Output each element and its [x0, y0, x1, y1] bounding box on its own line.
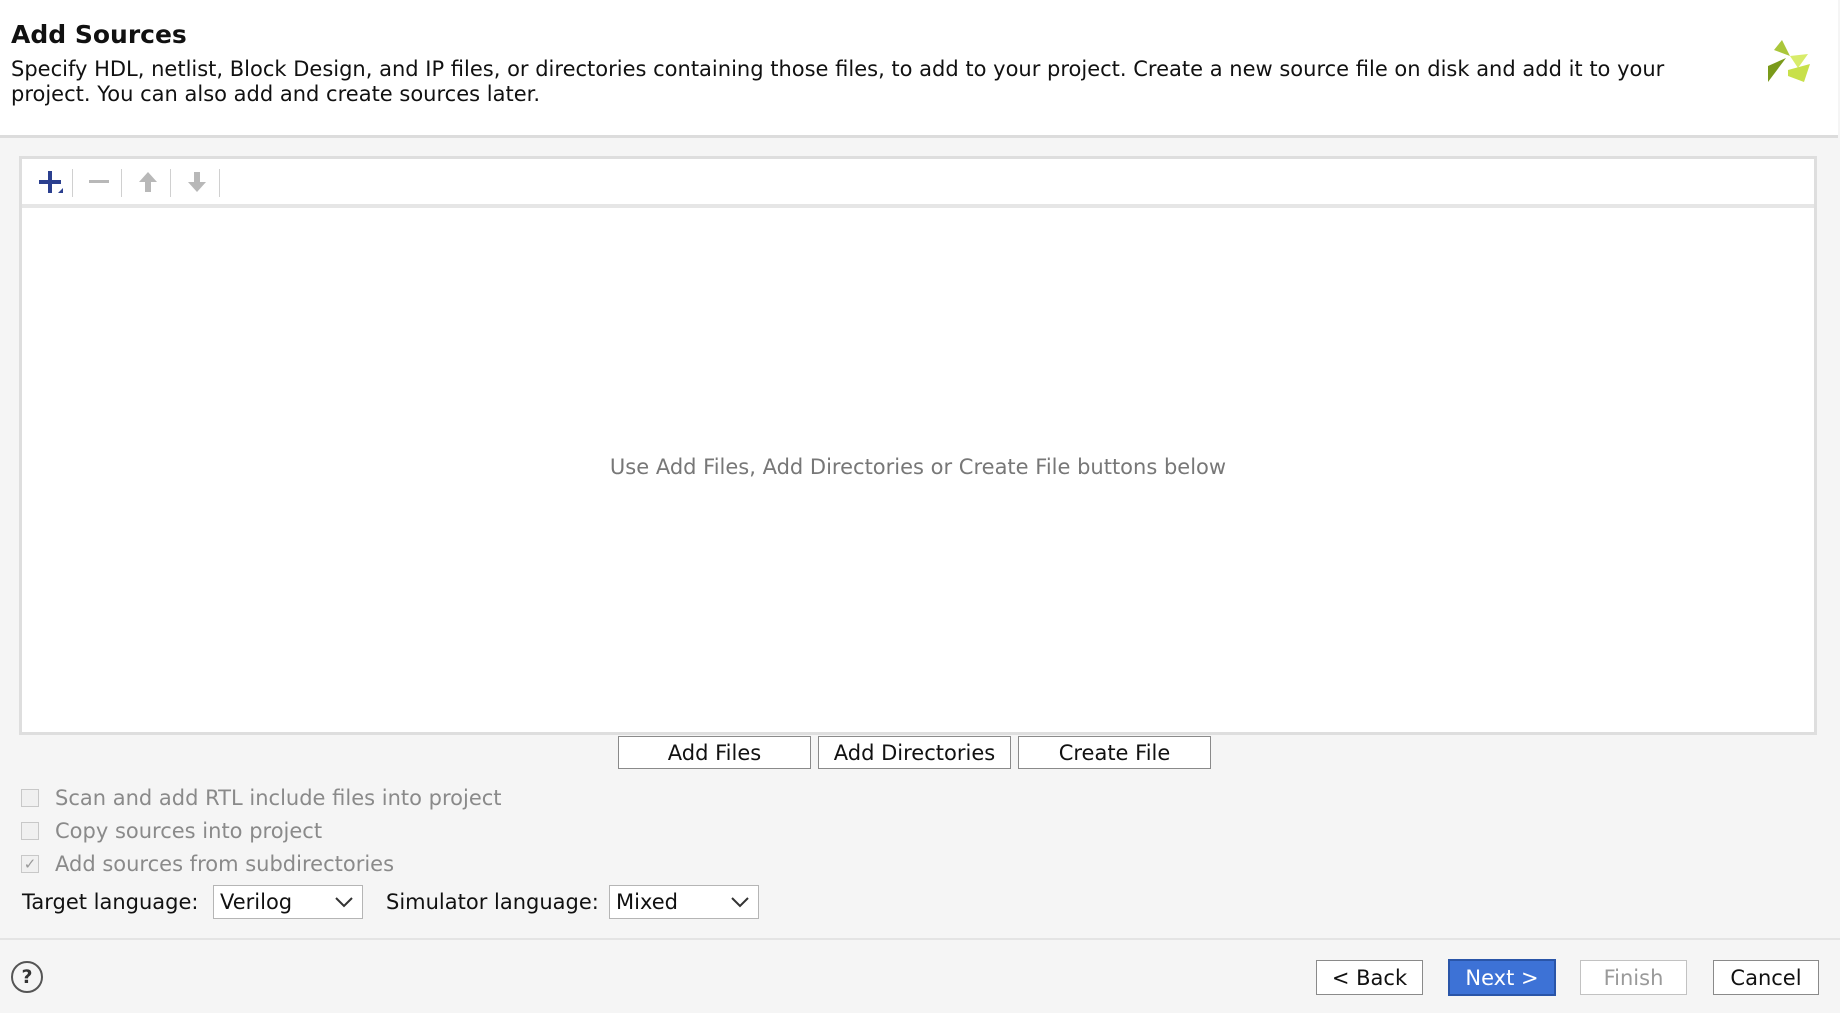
empty-table-message: Use Add Files, Add Directories or Create…: [609, 455, 1227, 479]
add-subdirs-label: Add sources from subdirectories: [55, 852, 395, 876]
help-button[interactable]: ?: [11, 961, 43, 993]
xilinx-logo: [1768, 40, 1810, 82]
page-title: Add Sources: [11, 20, 187, 49]
sources-toolbar: [22, 159, 1814, 208]
move-down-icon[interactable]: [181, 167, 213, 197]
wizard-header: Add Sources Specify HDL, netlist, Block …: [0, 0, 1838, 138]
scan-rtl-option[interactable]: Scan and add RTL include files into proj…: [21, 785, 502, 811]
sources-table-panel: Use Add Files, Add Directories or Create…: [19, 156, 1817, 735]
target-language-value: Verilog: [220, 890, 293, 914]
target-language-label: Target language:: [22, 890, 199, 914]
chevron-down-icon: [335, 897, 353, 908]
back-button[interactable]: < Back: [1316, 960, 1423, 995]
add-files-label: Add Files: [667, 740, 762, 765]
scan-rtl-label: Scan and add RTL include files into proj…: [55, 786, 502, 810]
copy-sources-option[interactable]: Copy sources into project: [21, 818, 322, 844]
finish-button[interactable]: Finish: [1580, 960, 1687, 995]
checkmark-icon: ✓: [23, 855, 37, 873]
create-file-label: Create File: [1058, 740, 1171, 765]
next-button[interactable]: Next >: [1448, 959, 1556, 996]
page-description: Specify HDL, netlist, Block Design, and …: [11, 57, 1665, 106]
simulator-language-select[interactable]: Mixed: [609, 885, 759, 919]
toolbar-divider: [121, 169, 122, 197]
add-files-button[interactable]: Add Files: [618, 736, 811, 769]
toolbar-divider: [170, 169, 171, 197]
add-subdirs-checkbox[interactable]: ✓: [21, 855, 39, 873]
add-directories-button[interactable]: Add Directories: [818, 736, 1011, 769]
copy-sources-checkbox[interactable]: [21, 822, 39, 840]
move-up-icon[interactable]: [132, 167, 164, 197]
remove-icon[interactable]: [83, 167, 115, 197]
toolbar-divider: [219, 169, 220, 197]
simulator-language-value: Mixed: [616, 890, 678, 914]
chevron-down-icon: [731, 897, 749, 908]
target-language-select[interactable]: Verilog: [213, 885, 363, 919]
create-file-button[interactable]: Create File: [1018, 736, 1211, 769]
add-directories-label: Add Directories: [833, 740, 996, 765]
scan-rtl-checkbox[interactable]: [21, 789, 39, 807]
simulator-language-label: Simulator language:: [386, 890, 599, 914]
add-subdirs-option[interactable]: ✓ Add sources from subdirectories: [21, 851, 394, 877]
toolbar-divider: [72, 169, 73, 197]
add-icon[interactable]: [34, 167, 66, 197]
cancel-button[interactable]: Cancel: [1713, 960, 1819, 995]
copy-sources-label: Copy sources into project: [55, 819, 323, 843]
footer-divider: [0, 938, 1840, 940]
